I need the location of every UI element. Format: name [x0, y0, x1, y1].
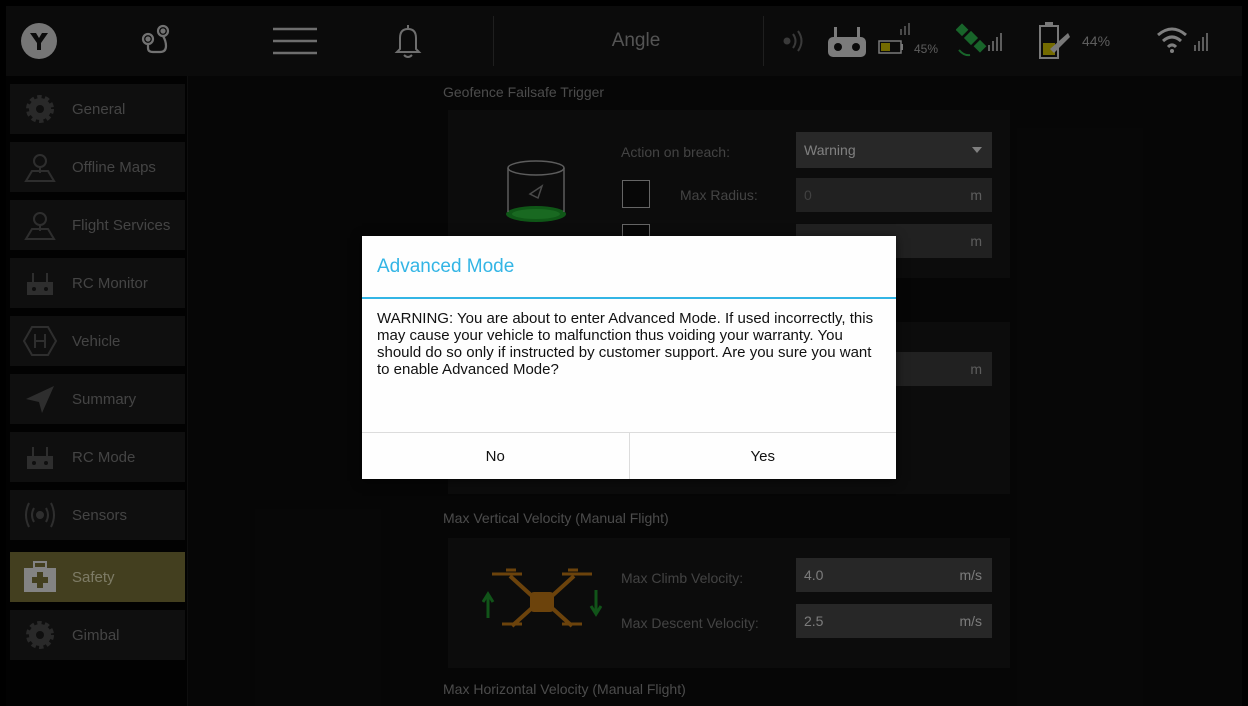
- dialog-message: WARNING: You are about to enter Advanced…: [377, 310, 874, 378]
- no-button[interactable]: No: [362, 433, 629, 479]
- dialog-title: Advanced Mode: [377, 256, 515, 277]
- advanced-mode-dialog: Advanced Mode WARNING: You are about to …: [362, 236, 896, 479]
- dialog-button-bar: No Yes: [362, 432, 896, 479]
- yes-button[interactable]: Yes: [628, 433, 897, 479]
- dialog-title-divider: [362, 297, 896, 299]
